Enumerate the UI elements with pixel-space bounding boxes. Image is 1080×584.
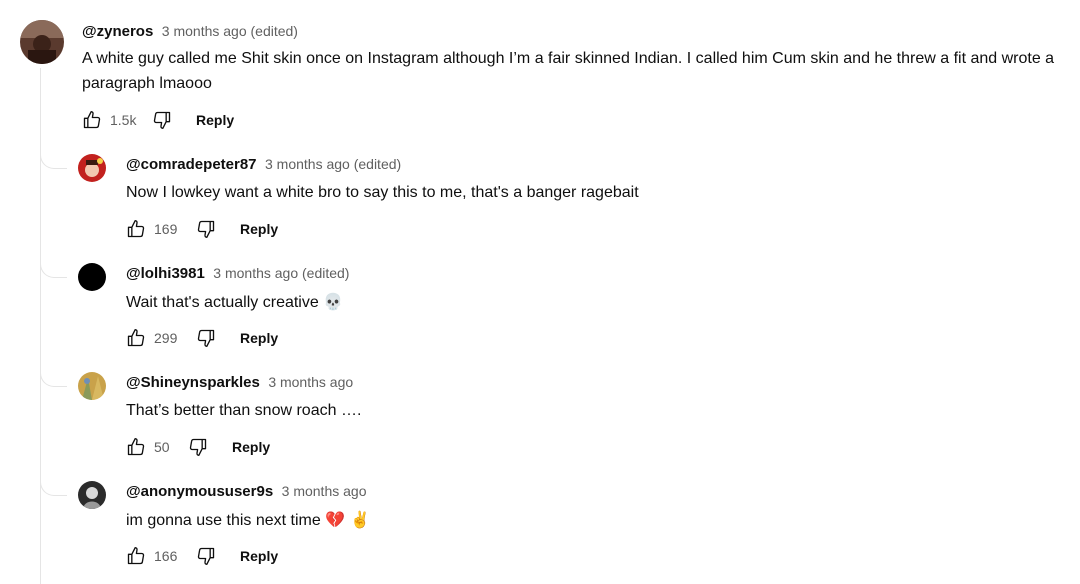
comment-author[interactable]: @Shineynsparkles (126, 374, 260, 391)
reply-button[interactable]: Reply (240, 548, 278, 564)
avatar[interactable] (20, 20, 64, 64)
thumbs-down-icon[interactable] (194, 217, 218, 241)
like-count: 50 (154, 439, 170, 455)
comment-timestamp[interactable]: 3 months ago (edited) (162, 23, 298, 39)
reply-connector (40, 368, 67, 387)
thumbs-down-icon[interactable] (186, 435, 210, 459)
broken-heart-peace-emoji: 💔 ✌️ (325, 510, 371, 529)
reply-button[interactable]: Reply (196, 112, 234, 128)
like-count: 169 (154, 221, 178, 237)
comment-author[interactable]: @comradepeter87 (126, 156, 257, 173)
thread-line (40, 68, 41, 584)
comment-timestamp[interactable]: 3 months ago (edited) (213, 265, 349, 281)
comment-timestamp[interactable]: 3 months ago (268, 374, 353, 390)
thumbs-up-icon[interactable] (80, 108, 104, 132)
thumbs-up-icon[interactable] (124, 217, 148, 241)
avatar[interactable] (78, 372, 106, 400)
skull-emoji: 💀 (323, 292, 344, 311)
comment-author[interactable]: @zyneros (82, 23, 153, 40)
reply-connector (40, 259, 67, 278)
like-count: 299 (154, 330, 178, 346)
comment-text-body: im gonna use this next time (126, 512, 321, 529)
comment-text: Wait that's actually creative 💀 (126, 289, 1056, 315)
reply-button[interactable]: Reply (232, 439, 270, 455)
like-count: 166 (154, 548, 178, 564)
thumbs-down-icon[interactable] (194, 326, 218, 350)
comment-text: Now I lowkey want a white bro to say thi… (126, 184, 639, 201)
thumbs-up-icon[interactable] (124, 435, 148, 459)
like-count: 1.5k (110, 112, 137, 128)
comment-timestamp[interactable]: 3 months ago (edited) (265, 156, 401, 172)
comment-text: A white guy called me Shit skin once on … (82, 50, 1059, 92)
reply-button[interactable]: Reply (240, 221, 278, 237)
thumbs-down-icon[interactable] (150, 108, 174, 132)
comment-timestamp[interactable]: 3 months ago (282, 483, 367, 499)
comment-author[interactable]: @lolhi3981 (126, 265, 205, 282)
thumbs-up-icon[interactable] (124, 544, 148, 568)
thumbs-up-icon[interactable] (124, 326, 148, 350)
avatar[interactable] (78, 154, 106, 182)
comment-text: That’s better than snow roach …. (126, 402, 362, 419)
reply-connector (40, 477, 67, 496)
avatar[interactable] (78, 481, 106, 509)
avatar[interactable] (78, 263, 106, 291)
comment-text-body: Wait that's actually creative (126, 294, 319, 311)
reply-button[interactable]: Reply (240, 330, 278, 346)
comment-author[interactable]: @anonymoususer9s (126, 483, 273, 500)
reply-connector (40, 150, 67, 169)
thumbs-down-icon[interactable] (194, 544, 218, 568)
comment-text: im gonna use this next time 💔 ✌️ (126, 507, 1056, 533)
